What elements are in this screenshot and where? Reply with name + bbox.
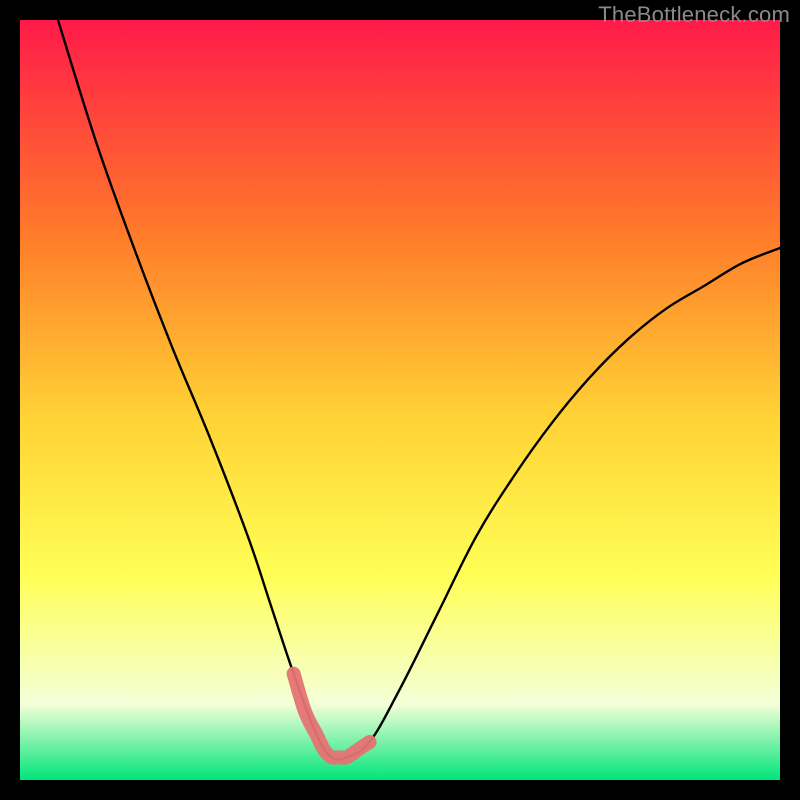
gradient-background <box>20 20 780 780</box>
watermark-label: TheBottleneck.com <box>598 2 790 28</box>
bottleneck-plot <box>20 20 780 780</box>
